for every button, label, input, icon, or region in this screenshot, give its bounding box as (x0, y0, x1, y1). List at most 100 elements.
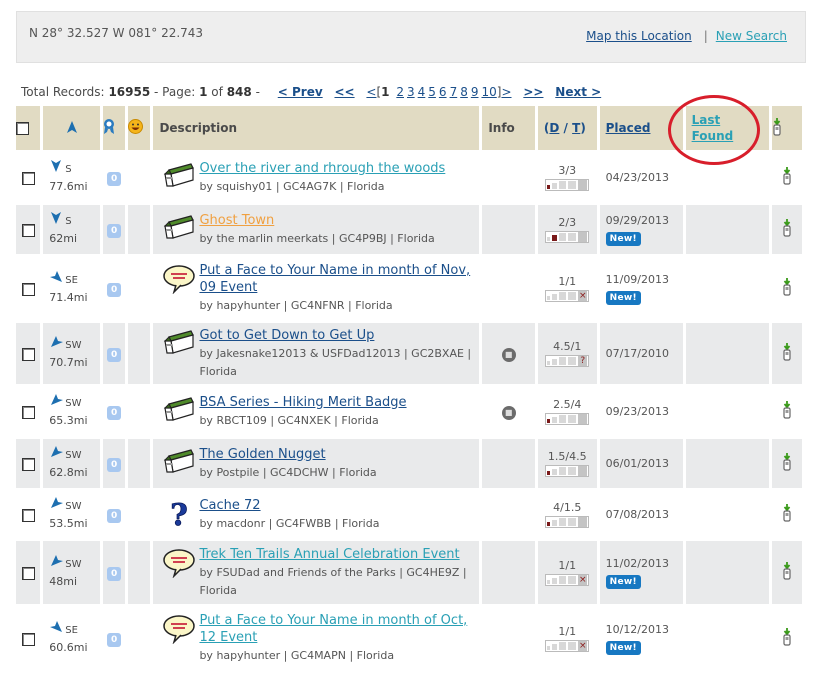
select-cell (16, 491, 41, 541)
row-checkbox[interactable] (21, 405, 35, 419)
send-to-gps-icon[interactable] (782, 167, 792, 188)
select-all-checkbox[interactable] (16, 122, 29, 135)
send-to-gps-icon[interactable] (782, 504, 792, 525)
send-to-gps-icon[interactable] (782, 628, 792, 649)
direction: SE (65, 625, 78, 636)
row-checkbox[interactable] (21, 223, 35, 237)
cache-title-link[interactable]: Put a Face to Your Name in month of Nov,… (199, 263, 470, 295)
gps-cell (771, 439, 802, 491)
prev-set-link[interactable]: < (366, 85, 376, 99)
cache-title-link[interactable]: Trek Ten Trails Annual Celebration Event (199, 547, 459, 562)
direction: S (65, 216, 72, 227)
placed-cell: 07/08/2013 (599, 491, 683, 541)
send-to-gps-icon[interactable] (782, 453, 792, 474)
select-cell (16, 323, 41, 387)
difficulty-meter: × (545, 574, 590, 587)
send-to-gps-icon[interactable] (782, 219, 792, 240)
last-found-cell (685, 205, 769, 257)
direction-cell: SW 53.5mi (43, 491, 100, 541)
last-found-cell (685, 387, 769, 439)
difficulty-bar-segment (547, 185, 551, 190)
favorites-cell: 0 (102, 607, 126, 673)
placed-cell: 07/17/2010 (599, 323, 683, 387)
page-link[interactable]: 4 (418, 85, 426, 99)
difficulty-bar-segment (559, 181, 567, 190)
difficulty-bar-segment (559, 292, 567, 301)
difficulty-meter: ? (545, 355, 590, 368)
cache-title-link[interactable]: Ghost Town (199, 213, 274, 228)
cache-title-link[interactable]: Over the river and rhrough the woods (199, 161, 445, 176)
difficulty-bar-segment (568, 518, 577, 527)
description-cell: The Golden Nugget by Postpile | GC4DCHW … (153, 439, 480, 491)
page-link[interactable]: 9 (471, 85, 479, 99)
row-checkbox[interactable] (21, 347, 35, 361)
row-checkbox[interactable] (21, 282, 35, 296)
found-header[interactable] (128, 106, 151, 153)
sort-last-found-link[interactable]: Last Found (692, 112, 734, 144)
new-search-link[interactable]: New Search (716, 29, 787, 43)
next-page-link[interactable]: Next > (555, 85, 601, 99)
row-checkbox[interactable] (21, 632, 35, 646)
cache-title-link[interactable]: Got to Get Down to Get Up (199, 328, 374, 343)
page-link[interactable]: 2 (396, 85, 404, 99)
page-link[interactable]: 10 (481, 85, 496, 99)
sort-placed-link[interactable]: Placed (606, 121, 651, 135)
row-checkbox[interactable] (21, 566, 35, 580)
page-1-current: 1 (381, 85, 390, 99)
distance: 70.7mi (49, 356, 88, 369)
page-link[interactable]: 3 (407, 85, 415, 99)
last-found-cell (685, 607, 769, 673)
prev-page-link[interactable]: < Prev (278, 85, 323, 99)
difficulty-bar-segment (547, 419, 551, 424)
difficulty-meter (545, 179, 590, 192)
first-page-link[interactable]: << (334, 85, 354, 99)
row-checkbox[interactable] (21, 457, 35, 471)
direction-cell: SW 62.8mi (43, 439, 100, 491)
placed-cell: 10/12/2013 New! (599, 607, 683, 673)
row-checkbox[interactable] (21, 508, 35, 522)
pagination: Total Records: 16955 - Page: 1 of 848 - … (21, 85, 601, 99)
row-checkbox[interactable] (21, 171, 35, 185)
travel-bug-icon: ■ (501, 405, 516, 420)
map-this-location-link[interactable]: Map this Location (586, 29, 692, 43)
table-header: Description Info (D / T) Placed Last Foun… (16, 106, 802, 153)
page-link[interactable]: 6 (439, 85, 447, 99)
difficulty-bar-segment (559, 357, 567, 366)
gps-cell (771, 541, 802, 607)
table-row: S 62mi 0 Ghost Town by the marlin meerkat… (16, 205, 802, 257)
sort-difficulty-link[interactable]: D (549, 121, 559, 135)
difficulty-bar-segment (568, 233, 577, 242)
cache-title-link[interactable]: Put a Face to Your Name in month of Oct,… (199, 613, 467, 645)
direction-arrow-icon (49, 497, 63, 514)
page-link[interactable]: 8 (460, 85, 468, 99)
direction-header[interactable] (43, 106, 100, 153)
last-found-cell (685, 491, 769, 541)
direction-cell: SE 60.6mi (43, 607, 100, 673)
send-to-gps-icon[interactable] (782, 401, 792, 422)
last-page-link[interactable]: >> (523, 85, 543, 99)
cache-title-link[interactable]: BSA Series - Hiking Merit Badge (199, 395, 406, 410)
distance: 71.4mi (49, 291, 88, 304)
cache-title-link[interactable]: Cache 72 (199, 498, 260, 513)
difficulty-bar-segment (568, 292, 577, 301)
favorites-header[interactable] (102, 106, 126, 153)
traditional-cache-icon (159, 446, 199, 474)
direction-arrow-icon (49, 336, 63, 353)
difficulty-bar-segment (568, 576, 577, 585)
placed-cell: 09/23/2013 (599, 387, 683, 439)
new-badge: New! (605, 575, 641, 589)
difficulty-bar-segment (547, 296, 551, 301)
page-link[interactable]: 5 (428, 85, 436, 99)
found-cell (128, 607, 151, 673)
send-to-gps-icon[interactable] (782, 562, 792, 583)
send-to-gps-icon[interactable] (782, 278, 792, 299)
next-set-link[interactable]: > (501, 85, 511, 99)
page-link[interactable]: 7 (450, 85, 458, 99)
favorite-count-badge: 0 (107, 405, 122, 420)
search-coordinates: N 28° 32.527 W 081° 22.743 (29, 26, 204, 40)
placed-cell: 11/09/2013 New! (599, 257, 683, 323)
gps-cell (771, 153, 802, 205)
difficulty-meter (545, 465, 590, 478)
send-to-gps-icon[interactable] (782, 343, 792, 364)
cache-title-link[interactable]: The Golden Nugget (199, 447, 325, 462)
